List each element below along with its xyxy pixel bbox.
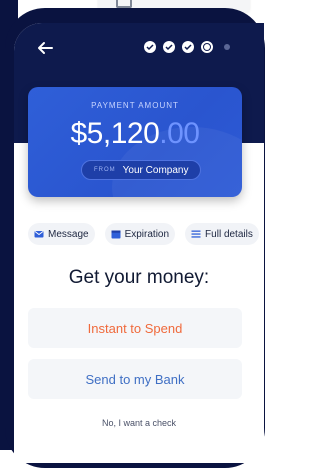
- arrow-left-icon[interactable]: [36, 39, 54, 57]
- amount-main: $5,120: [70, 117, 160, 150]
- chip-full-details[interactable]: Full details: [185, 223, 259, 245]
- payment-amount: $5,120.00: [28, 117, 242, 151]
- step-future-icon: [224, 44, 230, 50]
- envelope-icon: [34, 231, 44, 238]
- amount-cents: .00: [159, 117, 200, 150]
- chip-expiration[interactable]: Expiration: [104, 223, 176, 245]
- list-icon: [191, 230, 201, 238]
- instant-to-spend-button[interactable]: Instant to Spend: [28, 308, 242, 348]
- from-company: Your Company: [122, 164, 189, 176]
- from-label: FROM: [94, 167, 116, 173]
- from-pill: FROM Your Company: [81, 160, 202, 180]
- step-done-icon: [144, 41, 156, 53]
- step-current-icon: [201, 41, 213, 53]
- payment-card: PAYMENT AMOUNT $5,120.00 FROM Your Compa…: [28, 87, 242, 197]
- send-to-bank-button[interactable]: Send to my Bank: [28, 359, 242, 399]
- payment-amount-label: PAYMENT AMOUNT: [91, 101, 179, 110]
- progress-steps: [144, 41, 230, 53]
- get-money-title: Get your money:: [68, 267, 210, 288]
- check-link[interactable]: No, I want a check: [14, 418, 264, 428]
- calendar-icon: [111, 230, 121, 239]
- detail-chips: Message Expiration Full details: [28, 223, 259, 245]
- tray-icon: [116, 0, 132, 8]
- step-done-icon: [163, 41, 175, 53]
- step-done-icon: [182, 41, 194, 53]
- phone-screen: PAYMENT AMOUNT $5,120.00 FROM Your Compa…: [14, 23, 264, 463]
- chip-message[interactable]: Message: [28, 223, 95, 245]
